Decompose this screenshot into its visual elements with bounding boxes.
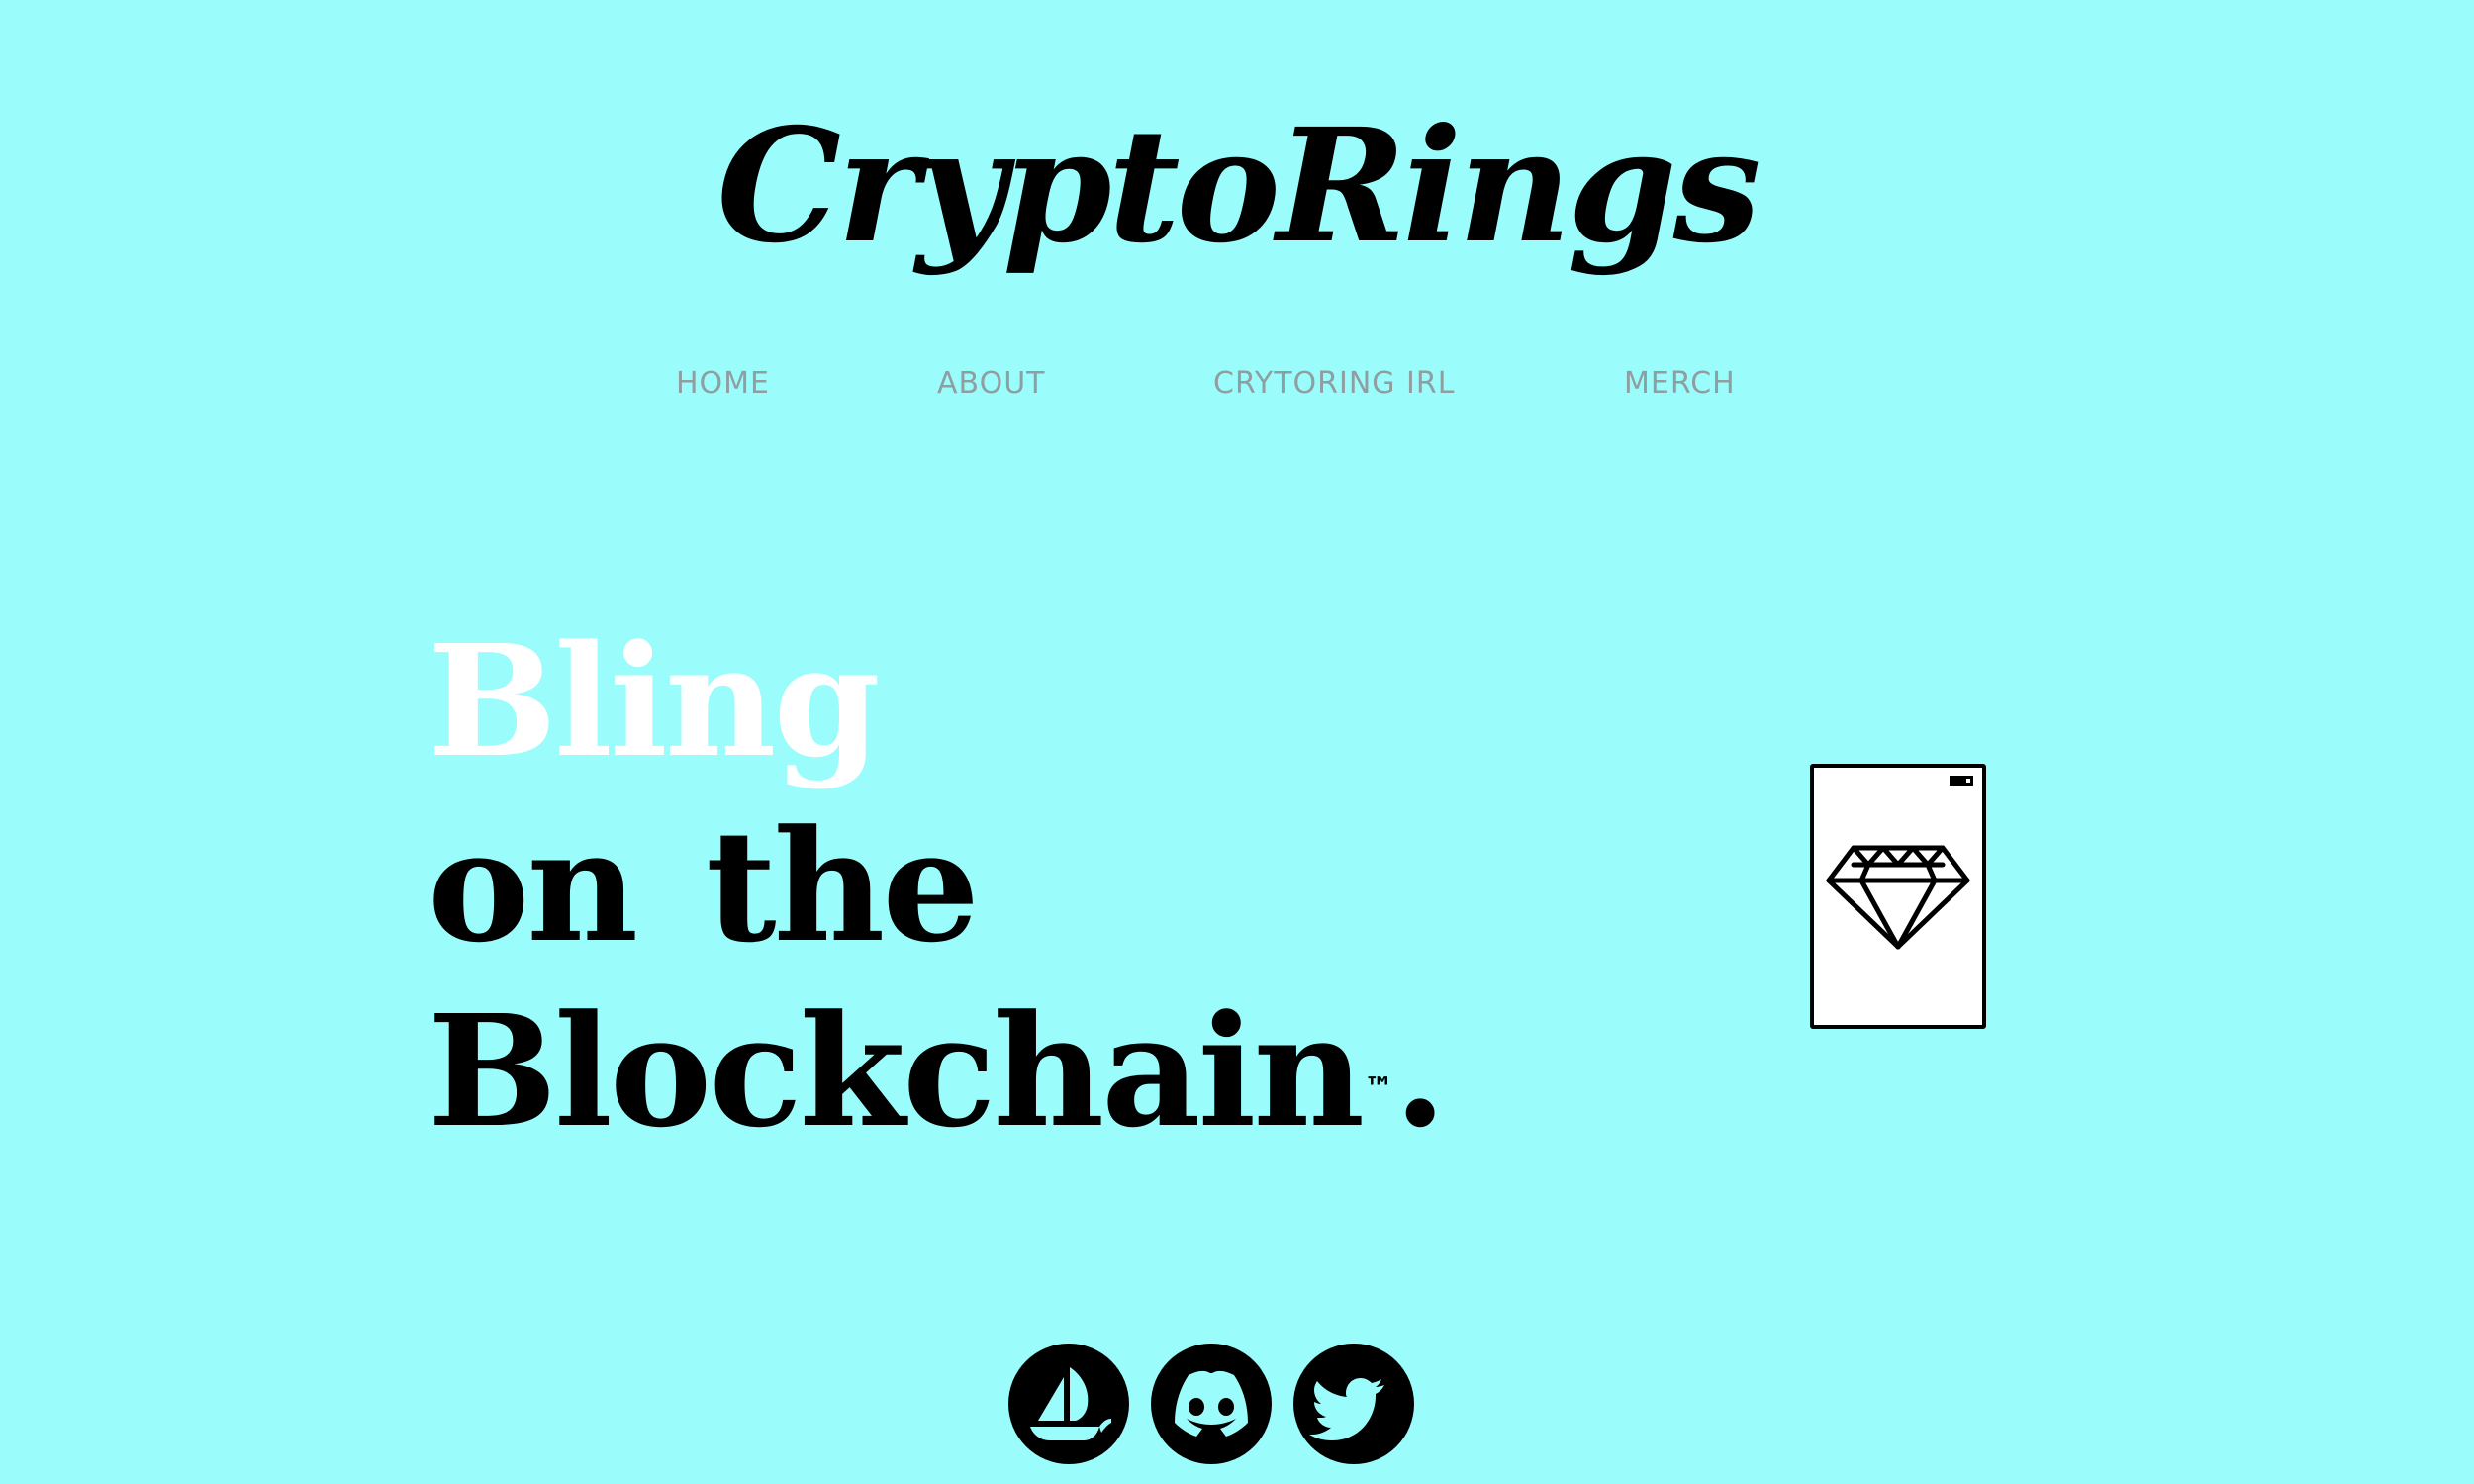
nav-merch-link[interactable]: MERCH	[1624, 366, 1736, 401]
nav-cryptoring-irl-link[interactable]: CRYTORING IRL	[1213, 366, 1455, 401]
hero-line-on-the: on the	[428, 795, 980, 976]
hero-line-bling: Bling	[428, 610, 881, 791]
hero-period: .	[1393, 980, 1447, 1161]
social-links	[1008, 1344, 1414, 1464]
diamond-icon	[1826, 845, 1970, 950]
phone-card	[1810, 764, 1986, 1029]
hero-blockchain-word: Blockchain	[428, 980, 1365, 1161]
twitter-link[interactable]	[1293, 1344, 1414, 1464]
site-logo[interactable]: CryptoRings	[0, 109, 2474, 265]
nav-about-link[interactable]: ABOUT	[937, 366, 1045, 401]
hero-headline: Bling on the Blockchain™.	[428, 608, 1447, 1163]
trademark-symbol: ™	[1364, 1071, 1394, 1106]
opensea-icon	[1030, 1367, 1111, 1440]
main-nav: HOME ABOUT CRYTORING IRL MERCH	[0, 366, 2474, 406]
page: CryptoRings HOME ABOUT CRYTORING IRL MER…	[0, 0, 2474, 1484]
opensea-link[interactable]	[1008, 1344, 1129, 1464]
twitter-icon	[1309, 1378, 1384, 1440]
discord-link[interactable]	[1151, 1344, 1272, 1464]
hero-line-blockchain: Blockchain™.	[428, 978, 1447, 1163]
battery-icon	[1950, 776, 1973, 786]
nav-home-link[interactable]: HOME	[676, 366, 770, 401]
discord-icon	[1175, 1370, 1248, 1437]
